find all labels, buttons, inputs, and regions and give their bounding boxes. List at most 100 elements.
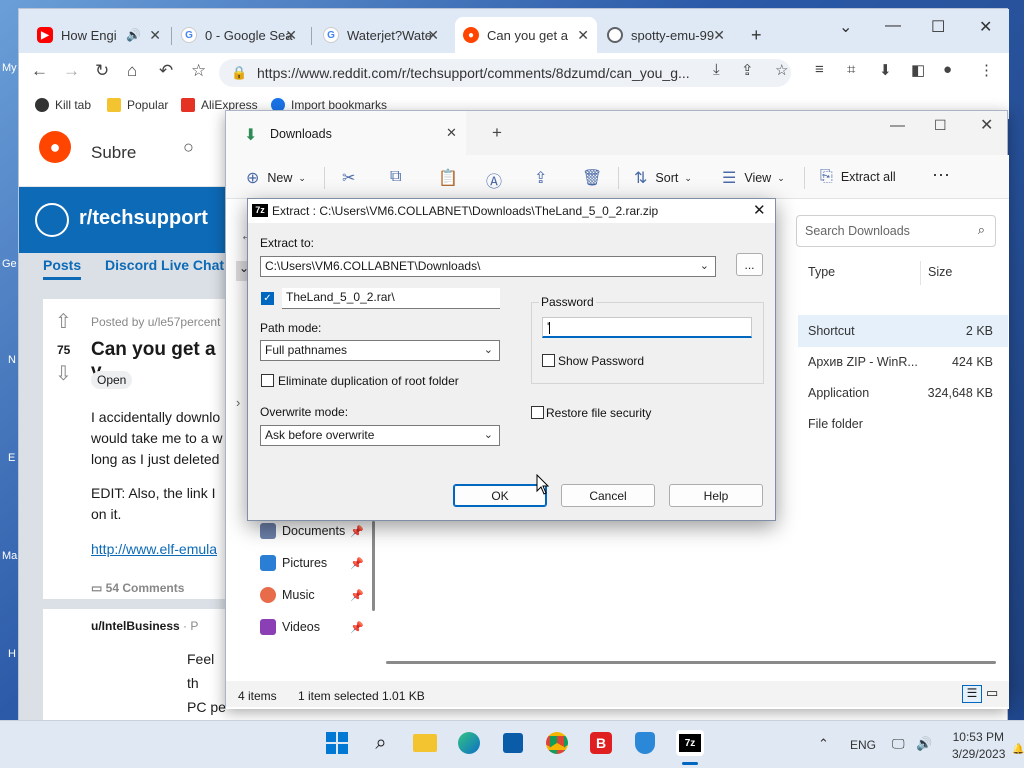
post-flair[interactable]: Open [91, 371, 133, 389]
search-downloads-input[interactable]: Search Downloads ⌕ [796, 215, 996, 247]
file-type[interactable]: Shortcut [808, 324, 855, 338]
post-author[interactable]: Posted by u/le57percent [91, 315, 220, 329]
reading-list-icon[interactable]: ≡ [815, 61, 824, 78]
password-input[interactable]: ' [542, 317, 752, 338]
reddit-logo-icon[interactable]: ● [39, 131, 71, 163]
subreddit-avatar[interactable] [35, 203, 69, 237]
store-taskbar-icon[interactable] [500, 730, 526, 756]
side-panel-icon[interactable]: ◧ [911, 61, 925, 79]
close-window-button[interactable]: ✕ [980, 115, 993, 135]
explorer-tab[interactable]: ⬇ Downloads ✕ [226, 111, 466, 155]
more-options-button[interactable]: ··· [932, 164, 950, 185]
file-type[interactable]: Архив ZIP - WinR... [808, 355, 918, 369]
nav-item-videos[interactable]: Videos [260, 619, 360, 635]
browse-button[interactable]: ... [736, 253, 763, 276]
download-icon[interactable]: ⬇ [879, 61, 892, 79]
share-button[interactable]: ⇪ [534, 168, 555, 188]
tab-google-search[interactable]: G 0 - Google Sea ✕ [173, 17, 305, 53]
path-mode-select[interactable]: Full pathnames ⌄ [260, 340, 500, 361]
desktop-icon-label[interactable]: N [8, 354, 16, 366]
eliminate-duplication-label[interactable]: Eliminate duplication of root folder [278, 374, 459, 388]
comments-button[interactable]: ▭ 54 Comments [91, 581, 184, 595]
close-icon[interactable]: ✕ [427, 27, 439, 44]
new-button[interactable]: ⊕ New ⌄ [246, 168, 306, 188]
defender-taskbar-icon[interactable] [632, 730, 658, 756]
notification-icon[interactable]: 🔔 [1012, 744, 1024, 755]
language-indicator[interactable]: ENG [850, 738, 876, 752]
file-size[interactable]: 424 KB [952, 355, 993, 369]
install-icon[interactable]: ⤓ [713, 61, 720, 78]
forward-icon[interactable]: → [63, 61, 80, 81]
nav-item-music[interactable]: Music [260, 587, 360, 603]
file-explorer-taskbar-icon[interactable] [412, 730, 438, 756]
post-link[interactable]: http://www.elf-emula [91, 541, 217, 557]
tab-youtube[interactable]: ▶ How Engi 🔊 ✕ [29, 17, 169, 53]
close-icon[interactable]: ✕ [577, 27, 589, 44]
tab-search-icon[interactable]: ⌄ [839, 17, 852, 37]
copy-button[interactable]: ⧉ [390, 168, 409, 186]
home-icon[interactable]: ⌂ [127, 61, 137, 81]
tab-spotty-emu[interactable]: spotty-emu-99 ✕ [599, 17, 733, 53]
menu-kebab-icon[interactable]: ⋮ [979, 61, 994, 79]
profile-avatar-icon[interactable]: ● [943, 61, 952, 78]
search-icon[interactable]: ○ [183, 137, 194, 158]
file-type[interactable]: Application [808, 386, 869, 400]
column-header-type[interactable]: Type [808, 265, 835, 279]
desktop-icon-label[interactable]: Ge [2, 258, 17, 270]
clock[interactable]: 10:53 PM 3/29/2023 [952, 730, 1005, 761]
pin-icon[interactable]: 📌 [350, 557, 364, 570]
horizontal-scrollbar[interactable] [386, 661, 996, 664]
pin-icon[interactable]: 📌 [350, 589, 364, 602]
tiles-view-icon[interactable]: ▭ [986, 685, 998, 701]
tab-reddit-active[interactable]: ● Can you get a ✕ [455, 17, 597, 53]
comment-author[interactable]: u/IntelBusiness · P [91, 619, 198, 633]
extract-to-combo[interactable]: C:\Users\VM6.COLLABNET\Downloads\ ⌄ [260, 256, 716, 277]
chrome-taskbar-icon[interactable] [544, 730, 570, 756]
bookmark-star-icon[interactable]: ☆ [191, 61, 206, 81]
bookmark-kill-tab[interactable]: Kill tab [35, 98, 91, 112]
close-icon[interactable]: ✕ [285, 27, 297, 44]
paste-button[interactable]: 📋 [438, 168, 466, 188]
reload-icon[interactable]: ↻ [95, 61, 109, 81]
brave-taskbar-icon[interactable]: B [588, 730, 614, 756]
column-header-size[interactable]: Size [928, 265, 952, 279]
close-icon[interactable]: ✕ [753, 201, 766, 219]
cut-button[interactable]: ✂ [342, 168, 363, 188]
file-size[interactable]: 324,648 KB [928, 386, 993, 400]
details-view-icon[interactable]: ☰ [962, 685, 982, 703]
chevron-right-icon[interactable]: › [236, 395, 240, 410]
downvote-icon[interactable]: ⇩ [55, 361, 72, 386]
bookmark-popular[interactable]: Popular [107, 98, 168, 112]
minimize-button[interactable]: — [885, 17, 901, 35]
edge-taskbar-icon[interactable] [456, 730, 482, 756]
tab-posts[interactable]: Posts [43, 257, 82, 280]
sort-button[interactable]: ⇅ Sort ⌄ [634, 168, 692, 188]
show-password-label[interactable]: Show Password [558, 354, 644, 368]
search-icon[interactable]: ⌕ [368, 730, 394, 756]
maximize-button[interactable]: ☐ [931, 17, 945, 37]
file-type[interactable]: File folder [808, 417, 863, 431]
overwrite-mode-select[interactable]: Ask before overwrite ⌄ [260, 425, 500, 446]
close-window-button[interactable]: ✕ [979, 17, 992, 37]
cancel-button[interactable]: Cancel [561, 484, 655, 507]
network-icon[interactable]: 🖵 [892, 736, 905, 752]
back-icon[interactable]: ← [31, 61, 48, 81]
lock-icon[interactable]: 🔒 [231, 65, 247, 81]
close-icon[interactable]: ✕ [149, 27, 161, 44]
nav-scrollbar[interactable] [372, 521, 375, 611]
new-tab-button[interactable]: + [492, 123, 502, 143]
upvote-icon[interactable]: ⇧ [55, 309, 72, 334]
pin-icon[interactable]: 📌 [350, 621, 364, 634]
7zip-taskbar-icon[interactable]: 7z [676, 730, 704, 756]
share-icon[interactable]: ⇪ [741, 61, 754, 79]
restore-security-checkbox[interactable] [531, 406, 544, 419]
pin-icon[interactable]: 📌 [350, 525, 364, 538]
show-password-checkbox[interactable] [542, 354, 555, 367]
restore-security-label[interactable]: Restore file security [546, 406, 651, 420]
tab-discord-live-chat[interactable]: Discord Live Chat [105, 257, 224, 273]
view-button[interactable]: ☰ View ⌄ [722, 168, 785, 188]
desktop-icon-label[interactable]: Ma [2, 550, 17, 562]
file-size[interactable]: 2 KB [966, 324, 993, 338]
desktop-icon-label[interactable]: H [8, 648, 16, 660]
folder-name-input[interactable]: TheLand_5_0_2.rar\ [282, 288, 500, 309]
